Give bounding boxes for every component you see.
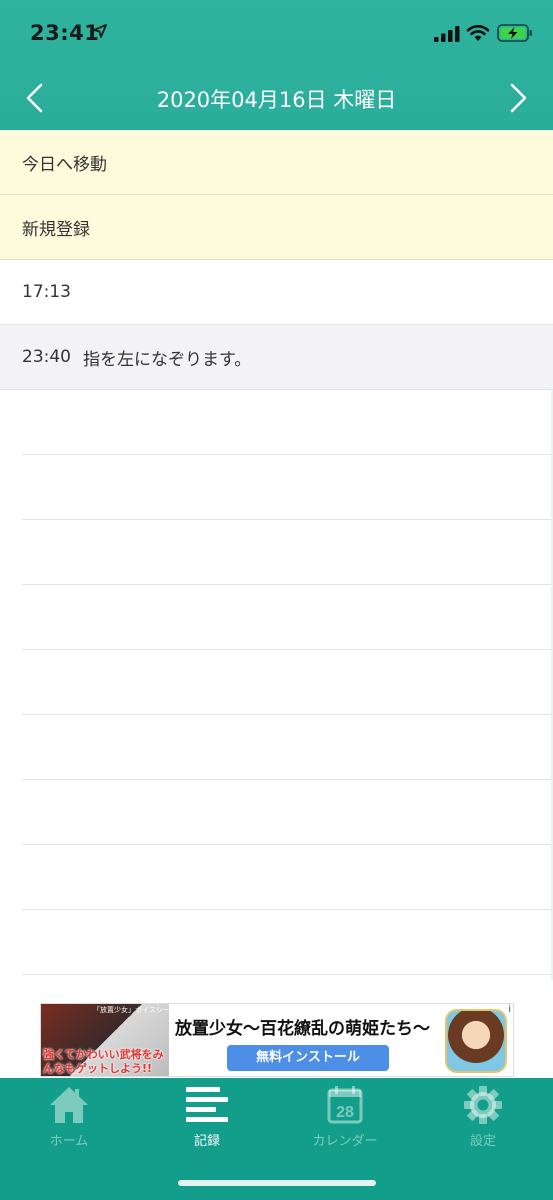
battery-charging-icon <box>497 24 532 42</box>
date-title: 2020年04月16日 木曜日 <box>156 88 397 112</box>
tab-calendar-label: カレンダー <box>312 1134 378 1149</box>
empty-row <box>22 780 553 845</box>
empty-row <box>22 715 553 780</box>
signal-icon <box>434 26 460 42</box>
empty-row <box>22 845 553 910</box>
ad-app-icon[interactable] <box>445 1009 507 1073</box>
record-row[interactable]: 23:40 指を左になぞります。 <box>0 325 553 390</box>
empty-row <box>22 390 553 455</box>
status-bar: 23:41 <box>0 0 553 68</box>
empty-row <box>22 520 553 585</box>
record-row[interactable]: 17:13 <box>0 260 553 325</box>
gear-icon <box>464 1086 502 1124</box>
tab-settings-label: 設定 <box>469 1134 496 1149</box>
ad-title[interactable]: 放置少女～百花繚乱の萌姫たち～ <box>175 1014 430 1039</box>
new-entry-row[interactable]: 新規登録 <box>0 195 553 260</box>
ad-thumbnail[interactable]: 「放置少女」ボイスシーンプレイ動画 強くてかわいい武将をみんなもゲットしよう!! <box>41 1004 169 1076</box>
list-icon <box>186 1087 228 1122</box>
tab-records[interactable]: 記録 <box>138 1078 276 1158</box>
location-arrow-icon <box>93 24 107 38</box>
nav-bar: 2020年04月16日 木曜日 <box>0 68 553 130</box>
ad-thumb-caption: 強くてかわいい武将をみんなもゲットしよう!! <box>43 1048 164 1075</box>
go-to-today-row[interactable]: 今日へ移動 <box>0 130 553 195</box>
empty-row <box>22 650 553 715</box>
tab-records-label: 記録 <box>193 1134 220 1149</box>
record-list: 今日へ移動 新規登録 17:13 23:40 指を左になぞります。 <box>0 130 553 975</box>
new-entry-label: 新規登録 <box>22 219 90 240</box>
empty-row <box>22 455 553 520</box>
header: 23:41 2020年04月16日 木曜日 <box>0 0 553 130</box>
go-to-today-label: 今日へ移動 <box>22 154 107 175</box>
record-time: 23:40 <box>22 347 71 367</box>
tab-home-label: ホーム <box>49 1134 89 1149</box>
calendar-icon: 28 <box>327 1086 363 1124</box>
tab-home[interactable]: ホーム <box>0 1078 138 1158</box>
home-indicator[interactable] <box>178 1180 376 1186</box>
next-day-button[interactable] <box>503 82 533 114</box>
ad-thumb-header: 「放置少女」ボイスシーンプレイ動画 <box>93 1006 169 1014</box>
home-icon <box>50 1087 88 1123</box>
tab-calendar[interactable]: 28 カレンダー <box>276 1078 414 1158</box>
record-text: 指を左になぞります。 <box>83 349 252 370</box>
ad-banner[interactable]: 「放置少女」ボイスシーンプレイ動画 強くてかわいい武将をみんなもゲットしよう!!… <box>40 1003 514 1077</box>
empty-row <box>22 910 553 975</box>
calendar-icon-day: 28 <box>336 1104 354 1121</box>
empty-row <box>22 585 553 650</box>
status-time: 23:41 <box>30 21 100 45</box>
wifi-icon <box>466 25 490 41</box>
tab-settings[interactable]: 設定 <box>414 1078 552 1158</box>
ad-install-button[interactable]: 無料インストール <box>227 1045 389 1071</box>
ad-info-icon[interactable]: i <box>508 1004 511 1015</box>
record-time: 17:13 <box>22 282 71 302</box>
